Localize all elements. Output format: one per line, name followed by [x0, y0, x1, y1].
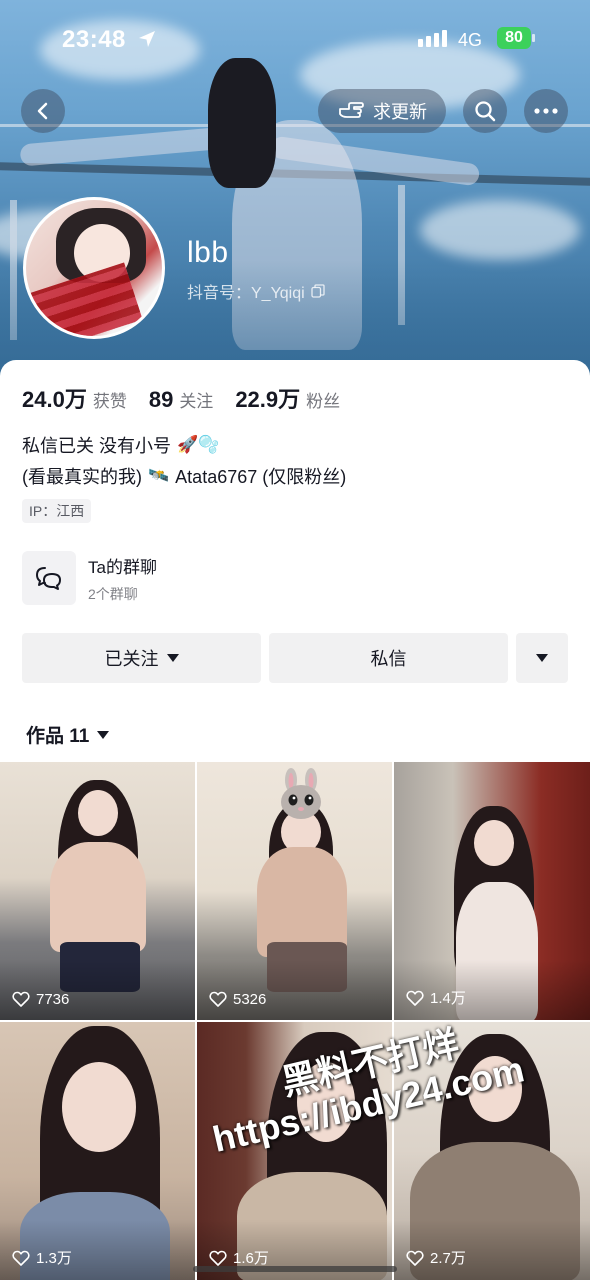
heart-icon — [209, 1250, 227, 1266]
bio-line-1-text: 私信已关 没有小号 — [22, 436, 172, 456]
tab-works[interactable]: 作品 11 — [26, 721, 110, 748]
video-likes-count: 5326 — [233, 990, 267, 1008]
bio-line-1: 私信已关 没有小号 🚀🫧 — [22, 432, 219, 458]
video-tile[interactable]: 5326 — [197, 762, 392, 1020]
status-time: 23:48 — [62, 26, 126, 53]
stat-likes-label: 获赞 — [92, 392, 127, 411]
chevron-left-icon — [37, 102, 48, 120]
copy-icon[interactable] — [311, 284, 325, 298]
pointing-hand-icon — [339, 102, 364, 118]
request-update-button[interactable]: 求更新 — [318, 89, 446, 133]
bio-line-2-emoji: 🛰️ — [148, 466, 170, 485]
group-chat-text: Ta的群聊 2个群聊 — [88, 553, 157, 604]
search-button[interactable] — [463, 89, 507, 133]
home-indicator[interactable] — [193, 1266, 397, 1272]
video-likes: 1.4万 — [406, 987, 466, 1008]
bio-line-2-text-b: Atata6767 (仅限粉丝) — [175, 467, 347, 487]
request-update-label: 求更新 — [373, 102, 427, 122]
video-likes: 7736 — [12, 990, 69, 1008]
location-arrow-icon — [139, 31, 155, 47]
video-likes: 1.6万 — [209, 1247, 269, 1268]
caret-down-icon — [166, 654, 179, 662]
video-likes-count: 7736 — [36, 990, 70, 1008]
heart-icon — [406, 1250, 424, 1266]
group-chat-icon-box — [22, 551, 76, 605]
caret-down-icon — [536, 654, 548, 662]
signal-icon — [418, 30, 447, 47]
more-button[interactable] — [524, 89, 568, 133]
stat-following-value: 89 — [148, 387, 174, 412]
message-label: 私信 — [370, 649, 407, 669]
more-actions-dropdown[interactable] — [516, 633, 568, 683]
video-likes: 5326 — [209, 990, 266, 1008]
video-tile[interactable]: 1.3万 — [0, 1022, 195, 1280]
stat-followers-label: 粉丝 — [306, 392, 341, 411]
douyin-id[interactable]: 抖音号：Y_Yqiqi — [187, 279, 325, 303]
stat-likes: 24.0万 获赞 — [22, 382, 127, 414]
more-dots-icon — [534, 108, 558, 114]
chat-bubbles-icon — [36, 567, 61, 590]
search-icon — [475, 101, 496, 122]
heart-icon — [12, 1250, 30, 1266]
ip-location-tag: IP：江西 — [22, 499, 92, 523]
video-tile[interactable]: 7736 — [0, 762, 195, 1020]
group-chat-subtitle: 2个群聊 — [88, 585, 138, 602]
back-button[interactable] — [21, 89, 65, 133]
caret-down-icon — [97, 730, 110, 739]
stat-following[interactable]: 89 关注 — [149, 387, 213, 413]
video-likes: 2.7万 — [406, 1247, 466, 1268]
heart-icon — [406, 990, 424, 1006]
tab-works-label: 作品 11 — [26, 726, 90, 747]
message-button[interactable]: 私信 — [269, 633, 508, 683]
stat-followers[interactable]: 22.9万 粉丝 — [235, 382, 340, 414]
group-chat-title: Ta的群聊 — [88, 557, 157, 577]
stat-following-label: 关注 — [179, 392, 214, 411]
heart-icon — [12, 991, 30, 1007]
douyin-id-text: 抖音号：Y_Yqiqi — [187, 285, 305, 302]
profile-actions: 已关注 私信 — [22, 633, 568, 683]
video-likes-count: 1.6万 — [233, 1250, 269, 1267]
profile-stats: 24.0万 获赞 89 关注 22.9万 粉丝 — [22, 382, 340, 414]
followed-button[interactable]: 已关注 — [22, 633, 261, 683]
video-likes-count: 1.3万 — [36, 1250, 72, 1267]
followed-label: 已关注 — [104, 649, 159, 669]
video-tile[interactable]: 1.4万 — [394, 762, 590, 1020]
bunny-sticker-icon — [281, 768, 321, 819]
bio-line-2-text-a: (看最真实的我) — [22, 467, 142, 487]
stat-followers-value: 22.9万 — [235, 387, 301, 412]
video-likes-count: 2.7万 — [430, 1250, 466, 1267]
heart-icon — [209, 991, 227, 1007]
battery-tip — [532, 34, 535, 42]
video-likes: 1.3万 — [12, 1247, 72, 1268]
battery-indicator: 80 — [497, 27, 531, 49]
group-chat-entry[interactable]: Ta的群聊 2个群聊 — [22, 550, 568, 606]
bio-line-1-emoji: 🚀🫧 — [177, 435, 220, 454]
network-type: 4G — [458, 30, 483, 50]
bio-line-2: (看最真实的我) 🛰️ Atata6767 (仅限粉丝) — [22, 463, 346, 489]
username: lbb — [187, 236, 229, 269]
stat-likes-value: 24.0万 — [22, 387, 87, 412]
avatar[interactable] — [23, 197, 165, 339]
video-likes-count: 1.4万 — [430, 990, 466, 1007]
